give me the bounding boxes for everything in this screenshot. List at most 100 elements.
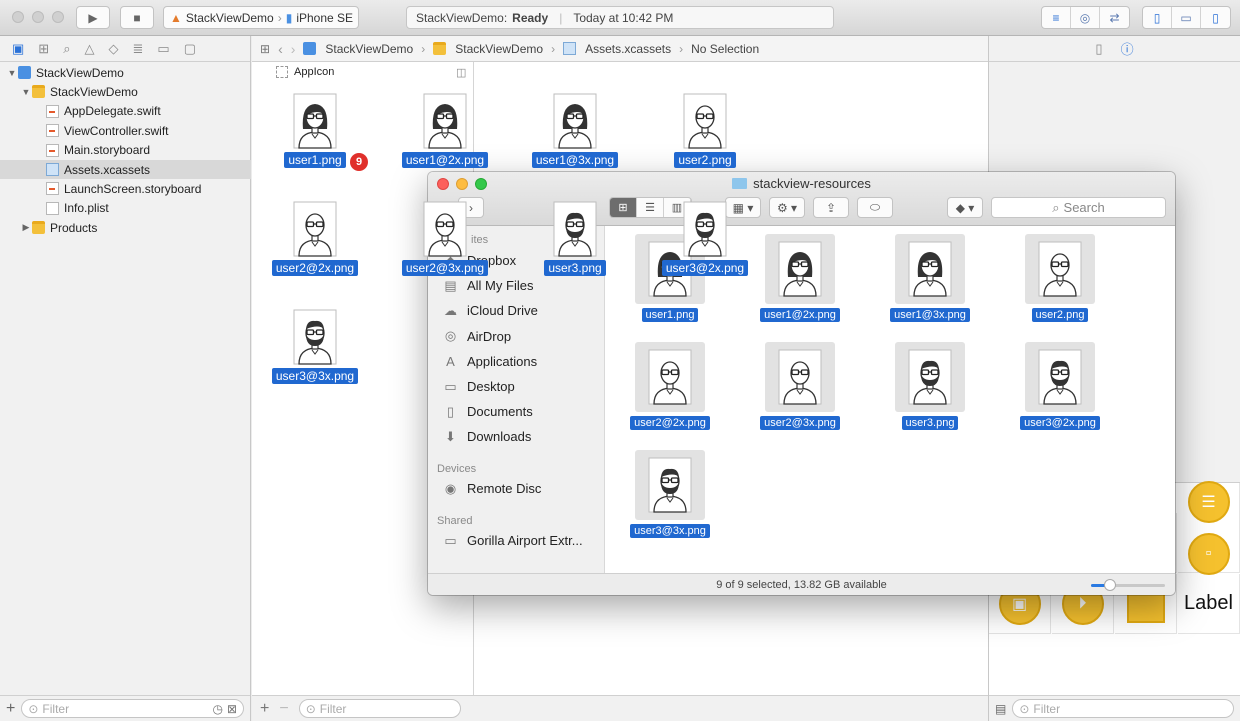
tree-item[interactable]: ▶ Products xyxy=(0,218,251,237)
scm-filter-icon[interactable]: ⊠ xyxy=(227,702,237,716)
library-item-table-view[interactable]: ☰ ▫ xyxy=(1178,480,1240,575)
file-thumbnail xyxy=(895,234,965,304)
tags-button[interactable]: ⬭ xyxy=(857,197,893,218)
file-item[interactable]: user3.png xyxy=(884,342,976,430)
folder-icon xyxy=(32,221,45,235)
recent-files-icon[interactable]: ◷ xyxy=(212,702,222,716)
breadcrumb-selection[interactable]: No Selection xyxy=(691,42,759,56)
sidebar-item[interactable]: ◉ Remote Disc xyxy=(442,481,542,497)
file-item[interactable]: user2.png xyxy=(1014,234,1106,322)
editor-mode-segment[interactable]: ≡ ◎ ⇄ xyxy=(1041,6,1130,29)
related-items-icon[interactable]: ⊞ xyxy=(260,42,270,56)
add-icon[interactable]: + xyxy=(6,700,15,718)
asset-appicon[interactable]: AppIcon ◫ xyxy=(276,66,466,79)
sidebar-item[interactable]: ⬇ Downloads xyxy=(442,429,531,445)
file-item[interactable]: user1@2x.png xyxy=(754,234,846,322)
assistant-editor-icon[interactable]: ◎ xyxy=(1071,7,1100,28)
dragged-file-name: user2@3x.png xyxy=(401,260,489,276)
breadcrumb-assets[interactable]: Assets.xcassets xyxy=(563,42,671,56)
utilities-toggle-icon[interactable]: ▯ xyxy=(1201,7,1230,28)
grid-list-toggle-icon[interactable]: ▤ xyxy=(995,702,1006,716)
remove-asset-icon[interactable]: − xyxy=(279,700,288,718)
project-icon: ▲ xyxy=(170,10,182,25)
filter-icon: ⊙ xyxy=(305,701,316,716)
version-editor-icon[interactable]: ⇄ xyxy=(1100,7,1129,28)
file-item[interactable]: user3@3x.png xyxy=(624,450,716,538)
beard-avatar-icon xyxy=(293,309,337,365)
library-filter-input[interactable]: ⊙ Filter xyxy=(1012,699,1234,718)
dropbox-button[interactable]: ◆ ▾ xyxy=(947,197,983,218)
file-inspector-icon[interactable]: ▯ xyxy=(1095,41,1102,57)
sidebar-item[interactable]: ☁ iCloud Drive xyxy=(442,303,538,319)
debug-icon[interactable]: ≣ xyxy=(132,41,143,57)
project-icon xyxy=(18,66,31,79)
tree-item[interactable]: ▼ StackViewDemo xyxy=(0,82,251,101)
beard-avatar-icon xyxy=(553,201,597,257)
tree-item[interactable]: Info.plist xyxy=(0,199,251,218)
forward-button[interactable]: › xyxy=(291,41,296,57)
zoom-window-button[interactable] xyxy=(52,11,64,23)
sidebar-item-label: All My Files xyxy=(467,278,534,294)
library-item-label[interactable]: Label xyxy=(1178,574,1240,634)
search-icon[interactable]: ⌕ xyxy=(63,41,70,57)
tree-item[interactable]: AppDelegate.swift xyxy=(0,102,251,121)
bald-avatar-icon xyxy=(293,201,337,257)
file-name: user3@3x.png xyxy=(630,524,710,538)
view-toggle-segment[interactable]: ▯ ▭ ▯ xyxy=(1142,6,1231,29)
tree-item[interactable]: Assets.xcassets xyxy=(0,160,251,179)
add-asset-icon[interactable]: + xyxy=(260,700,269,718)
dragged-file: user3@2x.png xyxy=(655,200,755,276)
sidebar-item[interactable]: ▭ Desktop xyxy=(442,379,514,395)
asset-filter-input[interactable]: ⊙ Filter xyxy=(298,699,461,718)
share-button[interactable]: ⇪ xyxy=(813,197,849,218)
debug-area-toggle-icon[interactable]: ▭ xyxy=(1172,7,1201,28)
minimize-window-button[interactable] xyxy=(32,11,44,23)
sidebar-item[interactable]: ▭ Gorilla Airport Extr... xyxy=(442,533,582,549)
action-button[interactable]: ⚙ ▾ xyxy=(769,197,805,218)
hierarchy-icon[interactable]: ⊞ xyxy=(38,41,49,57)
folder-icon[interactable]: ▣ xyxy=(12,41,24,57)
finder-file-grid[interactable]: user1.png user1@2x.png user1@3x.png user2.p… xyxy=(606,226,1175,573)
tree-item[interactable]: ViewController.swift xyxy=(0,121,251,140)
sidebar-item[interactable]: ▤ All My Files xyxy=(442,278,534,294)
icon-size-slider-knob[interactable] xyxy=(1103,579,1116,591)
stop-button[interactable]: ■ xyxy=(120,6,154,29)
run-button[interactable]: ▶ xyxy=(76,6,110,29)
scheme-selector[interactable]: ▲ StackViewDemo › ▮ iPhone SE xyxy=(163,6,359,29)
tree-item[interactable]: LaunchScreen.storyboard xyxy=(0,179,251,198)
asset-appicon-label: AppIcon xyxy=(294,66,335,78)
breadcrumb-project[interactable]: StackViewDemo xyxy=(303,42,413,56)
close-window-button[interactable] xyxy=(12,11,24,23)
test-icon[interactable]: ◇ xyxy=(108,41,118,57)
file-item[interactable]: user2@2x.png xyxy=(624,342,716,430)
report-icon[interactable]: ▢ xyxy=(184,41,196,57)
tree-item[interactable]: ▼ StackViewDemo xyxy=(0,63,251,82)
tree-item[interactable]: Main.storyboard xyxy=(0,141,251,160)
disclosure-closed-icon[interactable]: ▶ xyxy=(20,222,32,233)
breakpoint-icon[interactable]: ▭ xyxy=(157,41,169,57)
standard-editor-icon[interactable]: ≡ xyxy=(1042,7,1071,28)
disclosure-open-icon[interactable]: ▼ xyxy=(6,68,18,78)
sidebar-item[interactable]: ▯ Documents xyxy=(442,404,533,420)
sidebar-item[interactable]: ◎ AirDrop xyxy=(442,328,511,344)
tree-item-label: LaunchScreen.storyboard xyxy=(64,181,202,196)
finder-search-input[interactable]: ⌕ Search xyxy=(991,197,1166,218)
breadcrumb-group[interactable]: StackViewDemo xyxy=(433,42,543,56)
tag-icon: ⬭ xyxy=(869,200,881,214)
file-name: user2.png xyxy=(1031,308,1089,322)
file-item[interactable]: user3@2x.png xyxy=(1014,342,1106,430)
file-item[interactable]: user2@3x.png xyxy=(754,342,846,430)
navigator-filter-input[interactable]: ⊙ Filter ◷ ⊠ xyxy=(21,699,244,718)
back-button[interactable]: ‹ xyxy=(278,41,283,57)
file-item[interactable]: user1@3x.png xyxy=(884,234,976,322)
finder-status-bar: 9 of 9 selected, 13.82 GB available xyxy=(428,573,1175,595)
tree-item-label: ViewController.swift xyxy=(64,123,169,138)
sidebar-item[interactable]: A Applications xyxy=(442,354,537,369)
finder-title: stackview-resources xyxy=(428,176,1175,191)
warning-icon[interactable]: △ xyxy=(84,41,94,57)
navigator-toggle-icon[interactable]: ▯ xyxy=(1143,7,1172,28)
icon-size-slider[interactable] xyxy=(1091,579,1165,591)
disclosure-open-icon[interactable]: ▼ xyxy=(20,87,32,97)
xcode-toolbar: ▶ ■ ▲ StackViewDemo › ▮ iPhone SE StackV… xyxy=(0,0,1240,36)
quick-help-icon[interactable]: ⓘ xyxy=(1121,39,1134,58)
